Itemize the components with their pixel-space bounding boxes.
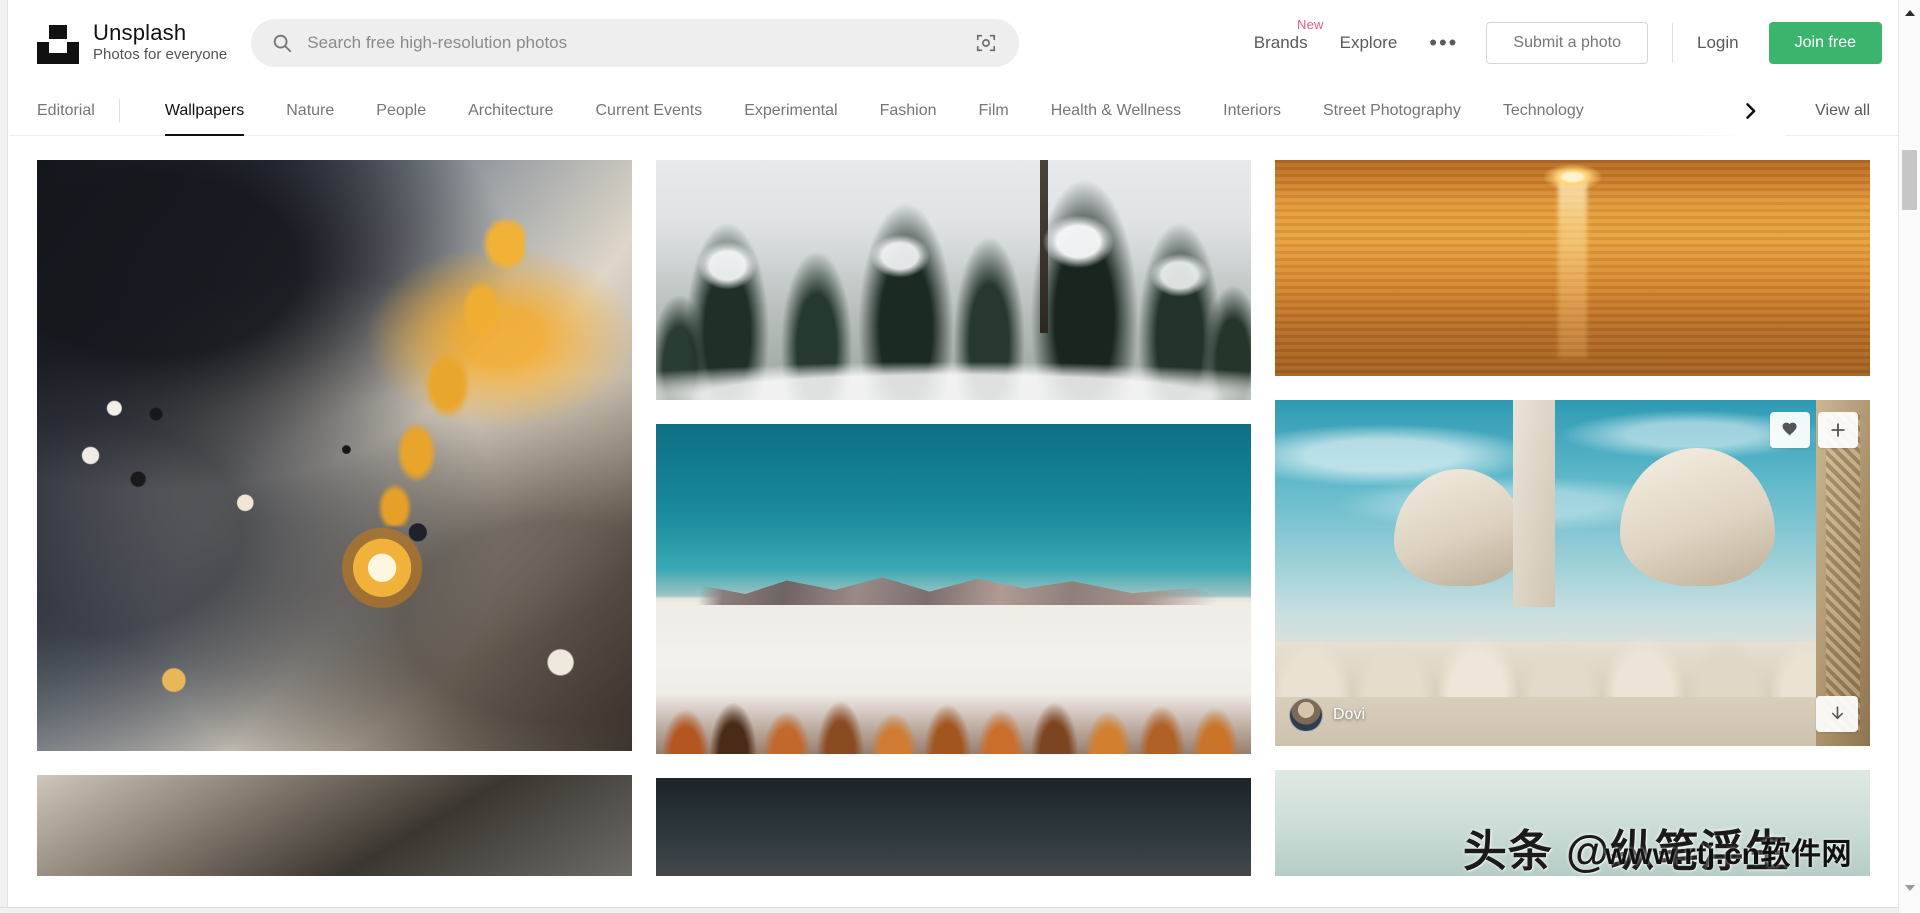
login-link[interactable]: Login — [1693, 27, 1743, 59]
photo-card-portrait-partial[interactable] — [37, 774, 632, 876]
photo-card-grand-mosque-domes[interactable]: Dovi — [1275, 399, 1870, 746]
join-free-button[interactable]: Join free — [1768, 22, 1882, 64]
nav-link-explore[interactable]: Explore — [1324, 27, 1414, 59]
photo-image — [656, 423, 1251, 754]
photo-image — [37, 160, 632, 751]
search-bar[interactable] — [251, 19, 1020, 67]
unsplash-logo-icon — [37, 22, 79, 64]
category-fashion[interactable]: Fashion — [859, 86, 958, 136]
photo-card-salt-flats-mountains[interactable] — [656, 423, 1251, 754]
grid-column-1 — [37, 160, 632, 876]
photo-grid: Dovi — [9, 136, 1898, 876]
browser-left-edge — [0, 0, 8, 913]
category-editorial[interactable]: Editorial — [37, 102, 119, 120]
category-scroller: Wallpapers Nature People Architecture Cu… — [120, 85, 1786, 136]
plus-icon[interactable] — [1818, 411, 1858, 448]
photo-image — [1275, 399, 1870, 746]
nav-link-brands[interactable]: Brands New — [1238, 17, 1324, 59]
new-badge: New — [1297, 17, 1324, 32]
photo-image — [1275, 769, 1870, 876]
category-architecture[interactable]: Architecture — [447, 86, 574, 136]
photo-hover-actions — [1770, 411, 1858, 448]
grid-column-3: Dovi — [1275, 160, 1870, 876]
screenshot-viewport: Unsplash Photos for everyone Search free… — [0, 0, 1920, 913]
photo-card-dark-partial[interactable] — [656, 777, 1251, 876]
site-header: Unsplash Photos for everyone Search free… — [9, 0, 1898, 86]
grid-column-2 — [656, 160, 1251, 876]
page-scrollbar[interactable] — [1898, 0, 1920, 913]
category-current-events[interactable]: Current Events — [574, 86, 723, 136]
category-interiors[interactable]: Interiors — [1202, 86, 1302, 136]
category-wallpapers[interactable]: Wallpapers — [144, 86, 265, 136]
brand-tagline: Photos for everyone — [93, 46, 228, 64]
search-input[interactable] — [307, 33, 972, 53]
header-nav: Brands New Explore ••• Submit a photo Lo… — [1019, 17, 1882, 64]
nav-label-brands: Brands — [1253, 33, 1308, 52]
chevron-right-icon[interactable] — [1737, 98, 1763, 124]
category-health-wellness[interactable]: Health & Wellness — [1030, 86, 1202, 136]
category-experimental[interactable]: Experimental — [723, 86, 858, 136]
author-name: Dovi — [1333, 705, 1366, 723]
scroll-down-icon[interactable] — [1899, 877, 1920, 899]
photo-card-mint-partial[interactable] — [1275, 769, 1870, 876]
site-logo[interactable]: Unsplash Photos for everyone — [37, 20, 228, 65]
category-bar: Editorial Wallpapers Nature People Archi… — [9, 85, 1898, 136]
unsplash-page: Unsplash Photos for everyone Search free… — [9, 0, 1898, 907]
category-nature[interactable]: Nature — [265, 86, 355, 136]
scroll-up-icon[interactable] — [1899, 2, 1920, 24]
scrollbar-thumb[interactable] — [1902, 150, 1917, 210]
more-menu-icon[interactable]: ••• — [1413, 30, 1474, 55]
photo-image — [656, 160, 1251, 400]
avatar — [1289, 697, 1323, 732]
category-fade — [1675, 85, 1786, 136]
category-film[interactable]: Film — [958, 86, 1030, 136]
photo-card-golden-ocean-sunset[interactable] — [1275, 160, 1870, 376]
photo-image — [37, 774, 632, 876]
visual-search-icon[interactable] — [971, 28, 1001, 58]
search-icon — [271, 32, 293, 54]
brand-name: Unsplash — [93, 20, 187, 46]
photo-card-snowy-forest[interactable] — [656, 160, 1251, 400]
heart-icon[interactable] — [1770, 411, 1810, 448]
header-divider — [1672, 23, 1674, 63]
photo-author[interactable]: Dovi — [1289, 697, 1366, 732]
category-technology[interactable]: Technology — [1482, 86, 1605, 136]
category-people[interactable]: People — [355, 86, 447, 136]
nav-label-explore: Explore — [1339, 33, 1398, 52]
download-arrow-icon[interactable] — [1816, 695, 1858, 732]
category-view-all[interactable]: View all — [1785, 102, 1882, 120]
photo-card-abstract-ink-planet[interactable] — [37, 160, 632, 751]
category-street-photography[interactable]: Street Photography — [1302, 86, 1482, 136]
browser-bottom-edge — [0, 907, 1920, 913]
submit-photo-button[interactable]: Submit a photo — [1486, 22, 1649, 64]
photo-image — [1275, 160, 1870, 376]
photo-image — [656, 777, 1251, 876]
